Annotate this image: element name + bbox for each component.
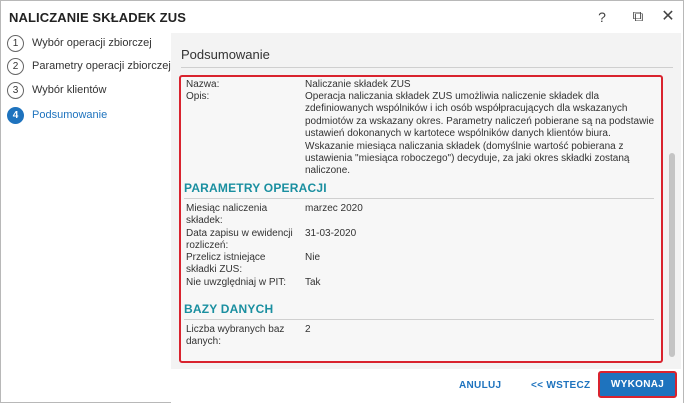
field-value: 2 xyxy=(305,324,311,335)
close-icon[interactable]: ✕ xyxy=(658,7,678,27)
wizard-steps: 1 Wybór operacji zbiorczej 2 Parametry o… xyxy=(1,33,171,363)
step-label: Wybór operacji zbiorczej xyxy=(32,37,152,49)
step-number: 2 xyxy=(7,57,24,75)
help-icon[interactable]: ? xyxy=(592,7,612,27)
summary-content: Podsumowanie Nazwa: Naliczanie składek Z… xyxy=(171,33,681,369)
field-value: Nie xyxy=(305,252,321,263)
parameters-heading: PARAMETRY OPERACJI xyxy=(184,181,327,195)
field-value: 31-03-2020 xyxy=(305,228,357,239)
databases-heading: BAZY DANYCH xyxy=(184,302,274,316)
step-label: Parametry operacji zbiorczej xyxy=(32,60,171,72)
vertical-scrollbar[interactable] xyxy=(669,75,677,363)
wizard-step-4[interactable]: 4 Podsumowanie xyxy=(7,105,107,125)
wizard-step-1[interactable]: 1 Wybór operacji zbiorczej xyxy=(7,33,152,53)
field-value: Tak xyxy=(305,277,321,288)
field-label: Nazwa: xyxy=(186,79,220,90)
wizard-footer: ANULUJ << WSTECZ WYKONAJ xyxy=(171,369,683,403)
wizard-step-3[interactable]: 3 Wybór klientów xyxy=(7,80,106,100)
cancel-button[interactable]: ANULUJ xyxy=(459,380,501,391)
step-label: Podsumowanie xyxy=(32,109,108,121)
step-number: 1 xyxy=(7,34,24,52)
window-title: NALICZANIE SKŁADEK ZUS xyxy=(9,10,186,25)
field-value: Operacja naliczania składek ZUS umożliwi… xyxy=(305,91,655,177)
step-label: Wybór klientów xyxy=(32,84,107,96)
wizard-step-2[interactable]: 2 Parametry operacji zbiorczej xyxy=(7,56,171,76)
execute-button[interactable]: WYKONAJ xyxy=(598,371,677,398)
title-bar: NALICZANIE SKŁADEK ZUS ? ⧉ ✕ xyxy=(1,1,683,33)
scrollbar-thumb[interactable] xyxy=(669,153,675,357)
field-label: Opis: xyxy=(186,91,210,102)
field-label: Miesiąc naliczenia składek: xyxy=(186,203,268,227)
field-label: Nie uwzględniaj w PIT: xyxy=(186,277,287,288)
divider xyxy=(184,198,654,199)
summary-panel: Nazwa: Naliczanie składek ZUS Opis: Oper… xyxy=(179,75,663,363)
divider xyxy=(184,319,654,320)
field-label: Data zapisu w ewidencji rozliczeń: xyxy=(186,228,293,252)
field-label: Przelicz istniejące składki ZUS: xyxy=(186,252,266,276)
divider xyxy=(181,67,673,68)
wizard-window: NALICZANIE SKŁADEK ZUS ? ⧉ ✕ 1 Wybór ope… xyxy=(0,0,684,403)
field-value: marzec 2020 xyxy=(305,203,363,214)
field-value: Naliczanie składek ZUS xyxy=(305,79,411,90)
field-label: Liczba wybranych baz danych: xyxy=(186,324,285,348)
step-number: 4 xyxy=(7,106,24,124)
step-number: 3 xyxy=(7,81,24,99)
back-button[interactable]: << WSTECZ xyxy=(531,380,590,391)
restore-window-icon[interactable]: ⧉ xyxy=(628,7,648,27)
section-title: Podsumowanie xyxy=(181,47,270,62)
